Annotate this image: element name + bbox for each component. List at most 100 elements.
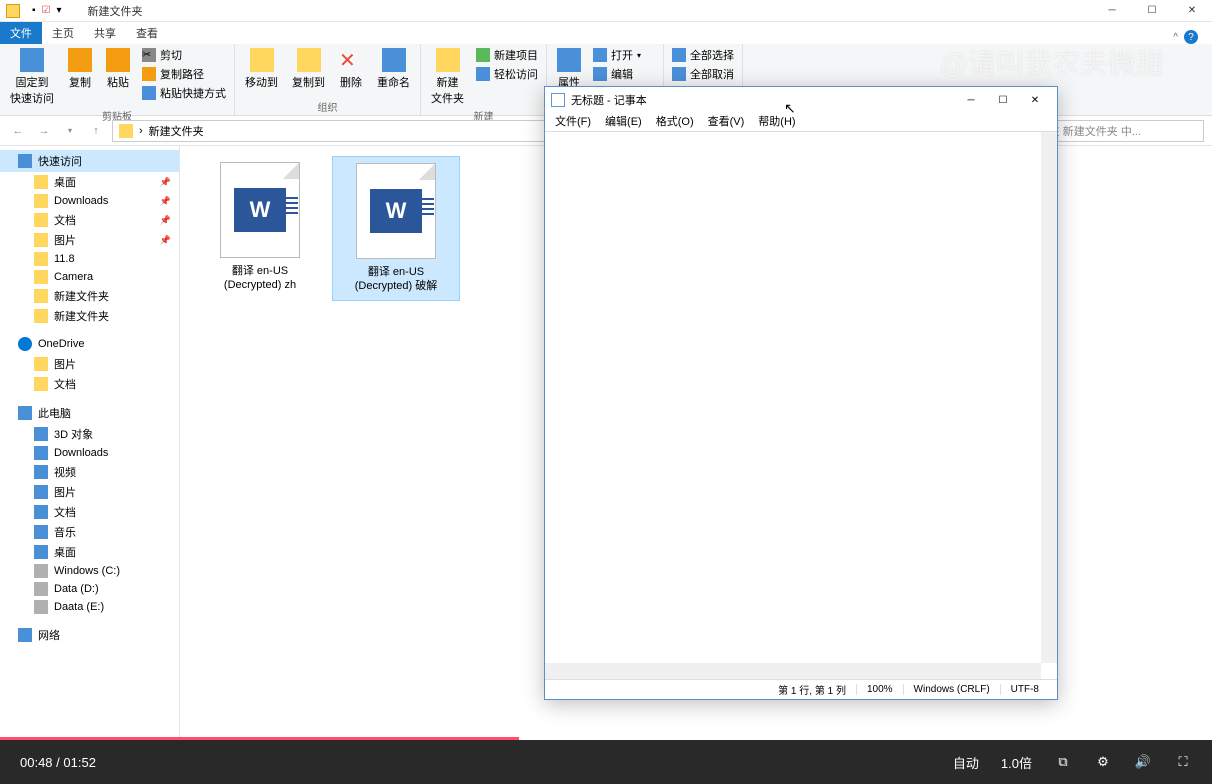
status-eol: Windows (CRLF) xyxy=(903,684,1000,695)
qat-dropdown[interactable]: ▾ xyxy=(55,5,64,16)
pip-icon[interactable]: ⧉ xyxy=(1054,753,1072,771)
edit-button[interactable]: 编辑 xyxy=(589,65,659,83)
move-to-button[interactable]: 移动到 xyxy=(239,46,284,92)
notepad-menu-item[interactable]: 查看(V) xyxy=(702,113,751,131)
sidebar-item[interactable]: 新建文件夹 xyxy=(0,306,179,326)
new-item-button[interactable]: 新建项目 xyxy=(472,46,542,64)
scrollbar-vertical[interactable] xyxy=(1041,132,1057,663)
tab-view[interactable]: 查看 xyxy=(126,22,168,44)
sidebar-item[interactable]: Data (D:) xyxy=(0,580,179,598)
ribbon-group-clipboard: 固定到 快速访问 复制 粘贴 ✂剪切 复制路径 粘贴快捷方式 剪贴板 xyxy=(0,44,235,115)
folder-icon xyxy=(34,289,48,303)
notepad-maximize[interactable]: ☐ xyxy=(987,89,1019,111)
notepad-menu-item[interactable]: 帮助(H) xyxy=(752,113,801,131)
minimize-button[interactable]: ─ xyxy=(1092,0,1132,22)
new-folder-button[interactable]: 新建 文件夹 xyxy=(425,46,470,108)
select-all-button[interactable]: 全部选择 xyxy=(668,46,738,64)
notepad-icon xyxy=(551,93,565,107)
video-speed-label[interactable]: 1.0倍 xyxy=(1001,753,1032,772)
video-auto-label[interactable]: 自动 xyxy=(953,753,979,772)
sidebar-onedrive[interactable]: OneDrive xyxy=(0,334,179,354)
file-item[interactable]: W翻译 en-US (Decrypted) 破解 xyxy=(332,156,460,301)
notepad-text-area[interactable] xyxy=(545,131,1057,679)
scrollbar-horizontal[interactable] xyxy=(545,663,1041,679)
sidebar-network[interactable]: 网络 xyxy=(0,624,179,646)
copy-path-button[interactable]: 复制路径 xyxy=(138,65,230,83)
navigation-pane: 快速访问 桌面📌Downloads📌文档📌图片📌11.8Camera新建文件夹新… xyxy=(0,146,180,740)
folder-icon xyxy=(34,505,48,519)
folder-icon xyxy=(34,194,48,208)
notepad-menu-item[interactable]: 格式(O) xyxy=(650,113,700,131)
sidebar-item[interactable]: 11.8 xyxy=(0,250,179,268)
sidebar-item[interactable]: Daata (E:) xyxy=(0,598,179,616)
folder-icon xyxy=(34,377,48,391)
sidebar-item[interactable]: 图片📌 xyxy=(0,230,179,250)
back-button[interactable]: ← xyxy=(8,121,28,141)
notepad-close[interactable]: ✕ xyxy=(1019,89,1051,111)
copy-button[interactable]: 复制 xyxy=(62,46,98,92)
explorer-titlebar: ▪ ☑ ▾ 新建文件夹 ─ ☐ ✕ xyxy=(0,0,1212,22)
sidebar-item[interactable]: 3D 对象 xyxy=(0,424,179,444)
sidebar-item[interactable]: Downloads xyxy=(0,444,179,462)
easy-access-button[interactable]: 轻松访问 xyxy=(472,65,542,83)
sidebar-item[interactable]: Camera xyxy=(0,268,179,286)
video-progress-bar[interactable] xyxy=(0,737,1212,740)
drive-icon xyxy=(34,582,48,596)
notepad-minimize[interactable]: ─ xyxy=(955,89,987,111)
folder-icon xyxy=(34,270,48,284)
maximize-button[interactable]: ☐ xyxy=(1132,0,1172,22)
sidebar-item[interactable]: 新建文件夹 xyxy=(0,286,179,306)
up-button[interactable]: ↑ xyxy=(86,121,106,141)
pin-icon: 📌 xyxy=(160,235,171,246)
file-item[interactable]: W翻译 en-US (Decrypted) zh xyxy=(196,156,324,299)
sidebar-item[interactable]: 文档 xyxy=(0,502,179,522)
window-title: 新建文件夹 xyxy=(88,3,143,19)
status-encoding: UTF-8 xyxy=(1000,684,1049,695)
cut-button[interactable]: ✂剪切 xyxy=(138,46,230,64)
sidebar-item[interactable]: 图片 xyxy=(0,482,179,502)
paste-button[interactable]: 粘贴 xyxy=(100,46,136,92)
notepad-menu-item[interactable]: 编辑(E) xyxy=(599,113,648,131)
quick-access-toolbar: ▪ ☑ ▾ xyxy=(30,5,64,16)
folder-icon xyxy=(119,124,133,138)
tab-share[interactable]: 共享 xyxy=(84,22,126,44)
sidebar-item[interactable]: Windows (C:) xyxy=(0,562,179,580)
pin-icon: 📌 xyxy=(160,196,171,207)
sidebar-item[interactable]: 桌面 xyxy=(0,542,179,562)
notepad-menu-item[interactable]: 文件(F) xyxy=(549,113,597,131)
sidebar-item[interactable]: 图片 xyxy=(0,354,179,374)
folder-icon xyxy=(34,175,48,189)
sidebar-item[interactable]: Downloads📌 xyxy=(0,192,179,210)
ribbon-group-organize: 移动到 复制到 ✕删除 重命名 组织 xyxy=(235,44,421,115)
open-button[interactable]: 打开▾ xyxy=(589,46,659,64)
copy-to-button[interactable]: 复制到 xyxy=(286,46,331,92)
recent-button[interactable]: ▾ xyxy=(60,121,80,141)
help-icon[interactable]: ? xyxy=(1184,30,1198,44)
settings-icon[interactable]: ⚙ xyxy=(1094,753,1112,771)
sidebar-item[interactable]: 文档 xyxy=(0,374,179,394)
forward-button[interactable]: → xyxy=(34,121,54,141)
delete-button[interactable]: ✕删除 xyxy=(333,46,369,92)
sidebar-item[interactable]: 文档📌 xyxy=(0,210,179,230)
qat-item[interactable]: ☑ xyxy=(40,5,53,16)
select-none-button[interactable]: 全部取消 xyxy=(668,65,738,83)
word-doc-icon: W xyxy=(220,162,300,258)
notepad-status-bar: 第 1 行, 第 1 列 100% Windows (CRLF) UTF-8 xyxy=(545,679,1057,699)
tab-home[interactable]: 主页 xyxy=(42,22,84,44)
sidebar-item[interactable]: 视频 xyxy=(0,462,179,482)
sidebar-quick-access[interactable]: 快速访问 xyxy=(0,150,179,172)
breadcrumb[interactable]: 新建文件夹 xyxy=(149,123,204,139)
fullscreen-icon[interactable]: ⛶ xyxy=(1174,753,1192,771)
rename-button[interactable]: 重命名 xyxy=(371,46,416,92)
paste-shortcut-button[interactable]: 粘贴快捷方式 xyxy=(138,84,230,102)
star-icon xyxy=(18,154,32,168)
sidebar-this-pc[interactable]: 此电脑 xyxy=(0,402,179,424)
sidebar-item[interactable]: 音乐 xyxy=(0,522,179,542)
sidebar-item[interactable]: 桌面📌 xyxy=(0,172,179,192)
close-button[interactable]: ✕ xyxy=(1172,0,1212,22)
pin-to-quick-access-button[interactable]: 固定到 快速访问 xyxy=(4,46,60,108)
qat-item[interactable]: ▪ xyxy=(30,5,38,16)
tab-file[interactable]: 文件 xyxy=(0,22,42,44)
volume-icon[interactable]: 🔊 xyxy=(1134,753,1152,771)
ribbon-collapse[interactable]: ^ xyxy=(1173,32,1178,43)
